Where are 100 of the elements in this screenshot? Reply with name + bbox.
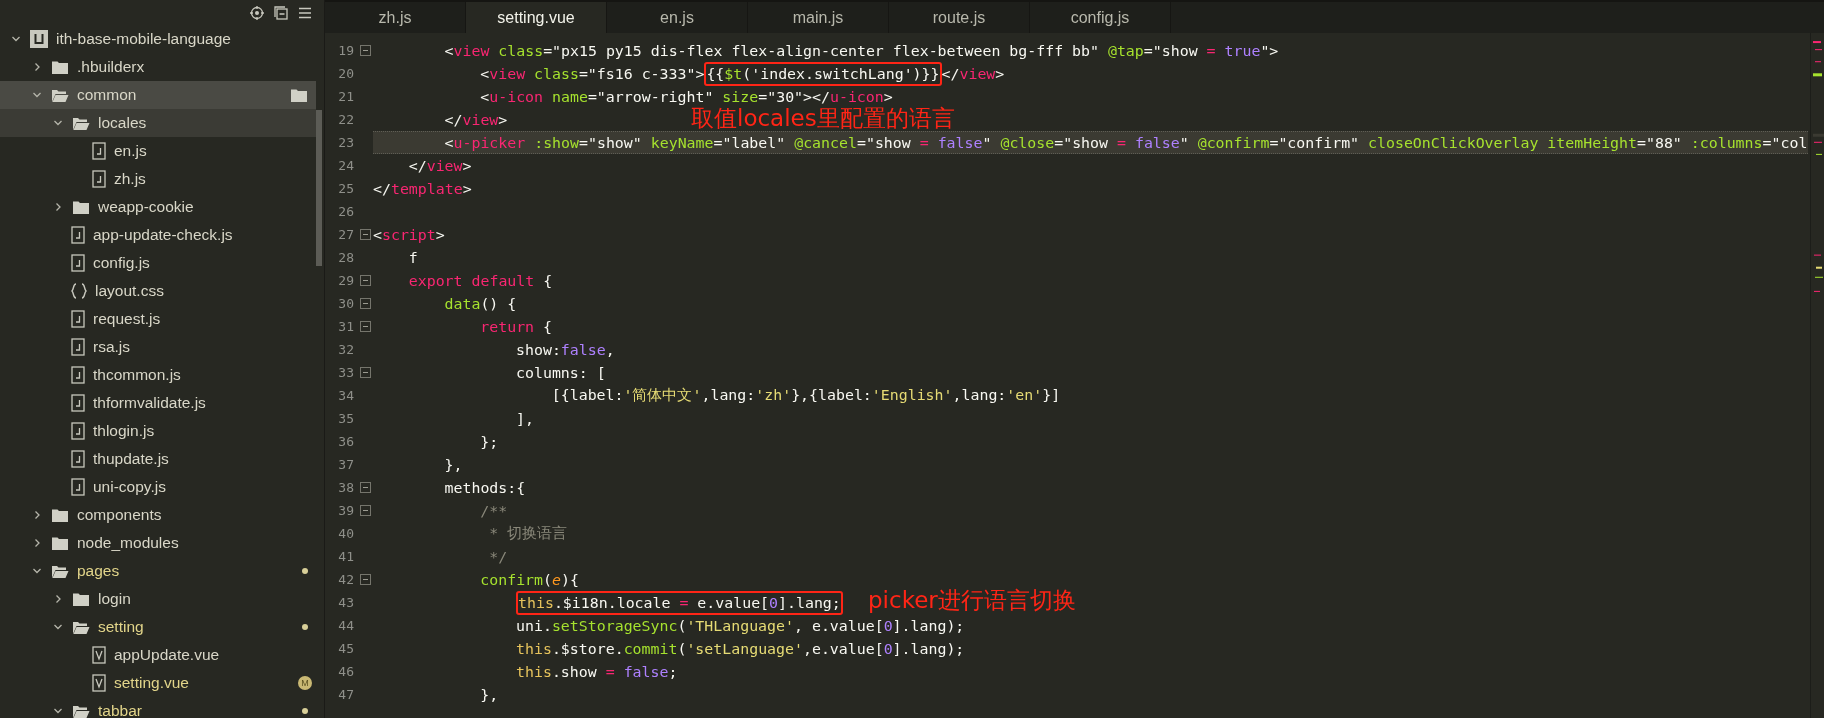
code-text: }, [480, 685, 499, 704]
item-label: locales [98, 114, 147, 132]
fold-icon[interactable] [360, 45, 371, 56]
tree-item[interactable]: pages [0, 557, 316, 585]
tree-item[interactable]: thlogin.js [0, 417, 316, 445]
tree-item[interactable]: appUpdate.vue [0, 641, 316, 669]
code-text: <view class="px15 py15 dis-flex flex-align-center flex-between bg-fff bb" @tap="show = true"> [444, 41, 1279, 60]
open-folder-icon [72, 619, 90, 635]
item-label: layout.css [95, 282, 164, 300]
project-icon [30, 30, 48, 48]
annotation-note: picker进行语言切换 [868, 589, 1076, 612]
item-label: thcommon.js [93, 366, 181, 384]
fold-icon[interactable] [360, 574, 371, 585]
code-text: </template> [373, 179, 472, 198]
fold-icon[interactable] [360, 298, 371, 309]
item-label: tabbar [98, 702, 142, 718]
code-text: <u-icon name="arrow-right" size="30"></u-icon> [480, 87, 893, 106]
code-text: columns: [ [516, 363, 606, 382]
line-number: 27 [337, 227, 354, 242]
code-text: [{label:'简体中文',lang:'zh'},{label:'English',lang:'en'}] [551, 386, 1061, 405]
code-text: export default { [408, 271, 553, 290]
code-text: * 切换语言 [489, 524, 568, 543]
item-label: config.js [93, 254, 150, 272]
modified-badge: M [298, 676, 312, 690]
fold-icon[interactable] [360, 275, 371, 286]
tree-item[interactable]: thcommon.js [0, 361, 316, 389]
line-number: 33 [337, 365, 354, 380]
fold-icon[interactable] [360, 229, 371, 240]
tree-item[interactable]: thformvalidate.js [0, 389, 316, 417]
tree-item[interactable]: request.js [0, 305, 316, 333]
tree-item[interactable]: setting [0, 613, 316, 641]
code-text: uni.setStorageSync('THLanguage', e.value[0].lang); [516, 616, 965, 635]
js-file-icon [71, 226, 85, 244]
tree-item[interactable]: .hbuilderx [0, 53, 316, 81]
line-number: 41 [337, 549, 354, 564]
tree-item[interactable]: uni-copy.js [0, 473, 316, 501]
folder-icon [51, 59, 69, 75]
code-text: <script> [373, 225, 445, 244]
line-number: 29 [337, 273, 354, 288]
item-label: rsa.js [93, 338, 131, 356]
item-label: ith-base-mobile-language [56, 30, 231, 48]
tree-item[interactable]: rsa.js [0, 333, 316, 361]
tree-item[interactable]: ith-base-mobile-language [0, 25, 316, 53]
tree-item[interactable]: node_modules [0, 529, 316, 557]
tree-item[interactable]: en.js [0, 137, 316, 165]
tree-item[interactable]: weapp-cookie [0, 193, 316, 221]
line-number: 22 [337, 112, 354, 127]
tree-item[interactable]: setting.vue M [0, 669, 316, 697]
item-label: common [77, 86, 137, 104]
tree-item[interactable]: app-update-check.js [0, 221, 316, 249]
tree-item[interactable]: thupdate.js [0, 445, 316, 473]
line-number: 28 [337, 250, 354, 265]
open-folder-icon [51, 563, 69, 579]
code-text: f [408, 248, 418, 267]
scrollbar-thumb[interactable] [316, 110, 322, 266]
tree-item[interactable]: locales [0, 109, 316, 137]
folder-icon [51, 535, 69, 551]
line-number: 46 [337, 664, 354, 679]
locate-icon[interactable] [250, 5, 264, 20]
vue-file-icon [92, 674, 106, 692]
fold-icon[interactable] [360, 321, 371, 332]
line-number: 40 [337, 526, 354, 541]
tree-item[interactable]: zh.js [0, 165, 316, 193]
tree-item[interactable]: tabbar [0, 697, 316, 718]
code-text: data() { [444, 294, 517, 313]
line-number: 30 [337, 296, 354, 311]
line-number: 24 [337, 158, 354, 173]
editor-tab[interactable]: setting.vue [466, 2, 607, 33]
line-number: 44 [337, 618, 354, 633]
code-text: /** [480, 501, 508, 520]
code-text: this.$store.commit('setLanguage',e.value[0].lang); [516, 639, 965, 658]
tree-item[interactable]: login [0, 585, 316, 613]
line-number: 35 [337, 411, 354, 426]
tree-item[interactable]: common [0, 81, 316, 109]
menu-icon[interactable] [298, 5, 312, 20]
annotation-note: 取值locales里配置的语言 [691, 107, 955, 130]
fold-icon[interactable] [360, 482, 371, 493]
item-label: thupdate.js [93, 450, 169, 468]
tree-item[interactable]: config.js [0, 249, 316, 277]
fold-icon[interactable] [360, 367, 371, 378]
line-number: 43 [337, 595, 354, 610]
item-label: en.js [114, 142, 147, 160]
line-number: 47 [337, 687, 354, 702]
item-label: request.js [93, 310, 161, 328]
js-file-icon [71, 422, 85, 440]
item-label: .hbuilderx [77, 58, 145, 76]
js-file-icon [71, 394, 85, 412]
item-label: app-update-check.js [93, 226, 233, 244]
tree-item[interactable]: components [0, 501, 316, 529]
collapse-icon[interactable] [274, 5, 288, 20]
item-label: zh.js [114, 170, 146, 188]
folder-icon [290, 88, 308, 103]
tree-item[interactable]: layout.css [0, 277, 316, 305]
folder-icon [72, 591, 90, 607]
line-number: 20 [337, 66, 354, 81]
item-label: pages [77, 562, 120, 580]
fold-icon[interactable] [360, 505, 371, 516]
open-folder-icon [72, 703, 90, 718]
code-text: confirm(e){ [480, 570, 579, 589]
item-label: thlogin.js [93, 422, 155, 440]
